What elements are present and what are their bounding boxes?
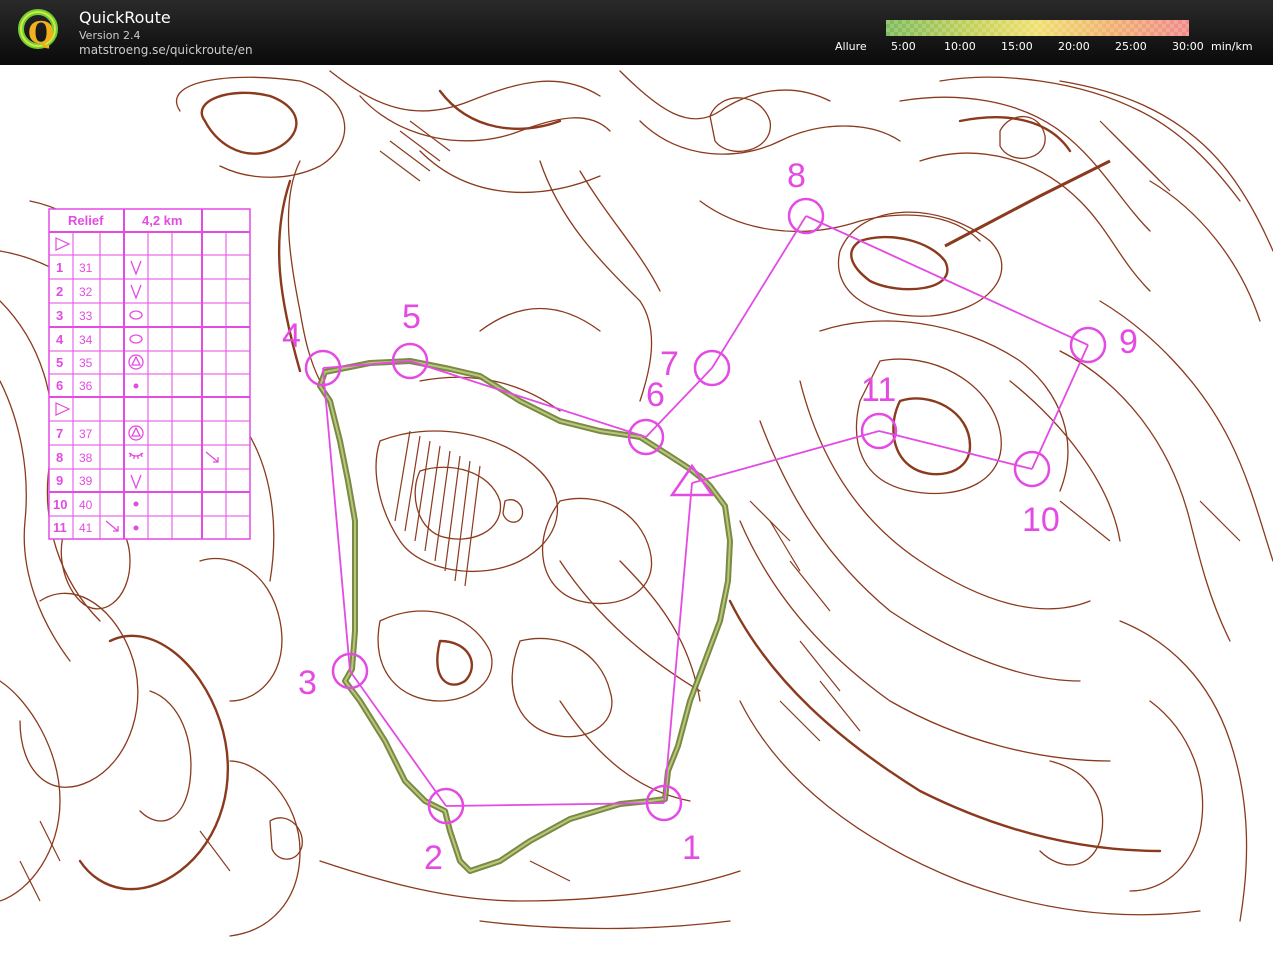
control-label-5: 5 <box>402 298 421 336</box>
pace-scale-label: Allure <box>835 40 867 53</box>
desc-control-num: 3 <box>56 308 63 323</box>
desc-control-num: 1 <box>56 260 63 275</box>
desc-control-code: 38 <box>79 451 93 465</box>
desc-control-code: 41 <box>79 521 93 535</box>
app-url[interactable]: matstroeng.se/quickroute/en <box>79 43 253 57</box>
desc-control-num: 11 <box>53 520 67 535</box>
desc-control-code: 39 <box>79 474 93 488</box>
dot-symbol-icon <box>133 501 139 507</box>
quickroute-logo-icon: Q <box>18 9 58 51</box>
desc-control-num: 4 <box>56 332 64 347</box>
pace-tick: 25:00 <box>1115 40 1147 53</box>
desc-control-num: 8 <box>56 450 63 465</box>
control-label-10: 10 <box>1022 501 1060 539</box>
desc-control-code: 40 <box>79 498 93 512</box>
desc-control-code: 33 <box>79 309 93 323</box>
dot-symbol-icon <box>133 383 139 389</box>
svg-text:Q: Q <box>28 16 54 51</box>
orienteering-map[interactable]: 1 2 3 4 5 6 7 8 9 10 11 Relief 4,2 km 1 … <box>0 65 1273 954</box>
desc-control-num: 9 <box>56 473 63 488</box>
pace-tick: 20:00 <box>1058 40 1090 53</box>
desc-control-num: 6 <box>56 378 63 393</box>
course-title: Relief <box>68 213 104 228</box>
control-label-9: 9 <box>1119 323 1138 361</box>
control-label-11: 11 <box>861 371 896 409</box>
pace-tick: 15:00 <box>1001 40 1033 53</box>
control-label-7: 7 <box>660 345 679 383</box>
control-description-sheet: Relief 4,2 km 1 2 3 4 5 6 7 8 9 10 11 31… <box>48 208 251 540</box>
desc-control-code: 34 <box>79 333 93 347</box>
control-label-3: 3 <box>298 664 317 702</box>
desc-control-num: 5 <box>56 355 63 370</box>
dot-symbol-icon <box>133 525 139 531</box>
control-label-2: 2 <box>424 839 443 877</box>
course-length: 4,2 km <box>142 213 182 228</box>
desc-control-num: 10 <box>53 497 67 512</box>
pace-tick: 5:00 <box>891 40 916 53</box>
desc-control-code: 36 <box>79 379 93 393</box>
app-header: Q QuickRoute Version 2.4 matstroeng.se/q… <box>0 0 1273 65</box>
pace-tick: 30:00 <box>1172 40 1204 53</box>
app-title: QuickRoute <box>79 8 171 27</box>
control-label-8: 8 <box>787 157 806 195</box>
pace-color-scale <box>886 20 1189 36</box>
desc-control-code: 37 <box>79 427 93 441</box>
desc-control-code: 32 <box>79 285 93 299</box>
pace-unit: min/km <box>1211 40 1253 53</box>
desc-control-num: 7 <box>56 426 63 441</box>
desc-control-num: 2 <box>56 284 63 299</box>
control-label-1: 1 <box>682 829 701 867</box>
control-label-4: 4 <box>282 317 301 355</box>
pace-tick: 10:00 <box>944 40 976 53</box>
app-version: Version 2.4 <box>79 29 141 42</box>
desc-control-code: 35 <box>79 356 93 370</box>
desc-control-code: 31 <box>79 261 93 275</box>
